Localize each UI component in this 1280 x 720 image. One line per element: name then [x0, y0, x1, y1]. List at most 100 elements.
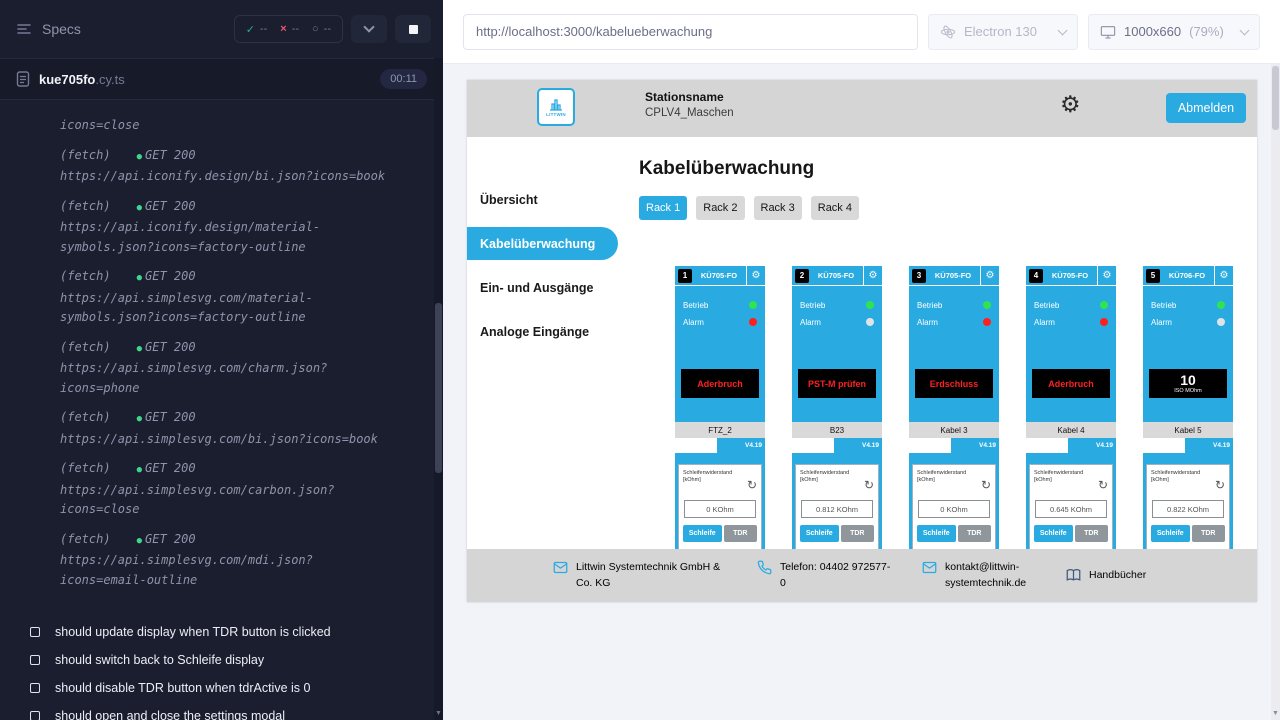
status-display: Erdschluss — [915, 369, 993, 398]
status-text: Aderbruch — [697, 379, 743, 389]
meter-value: 0 KOhm — [918, 500, 990, 518]
network-log-entry[interactable]: (fetch) ● GET 200 https://api.simplesvg.… — [60, 408, 397, 449]
refresh-icon[interactable]: ↻ — [864, 479, 874, 491]
firmware-version: V4.19 — [951, 438, 999, 453]
url-input[interactable] — [476, 24, 905, 39]
app-stage: LITTWIN Stationsname CPLV4_Maschen ⚙ Abm… — [443, 64, 1280, 720]
schleife-button[interactable]: Schleife — [683, 525, 722, 542]
status-text: Erdschluss — [930, 379, 979, 389]
runner-scrollbar[interactable]: ▼ — [434, 58, 443, 720]
chevron-down-icon — [1240, 25, 1250, 35]
network-log-entry[interactable]: icons=close — [60, 116, 397, 136]
version-row: V4.19 — [792, 438, 882, 453]
led-panel: Betrieb Alarm — [675, 286, 765, 328]
indicator-box — [675, 438, 717, 453]
app-header: LITTWIN Stationsname CPLV4_Maschen ⚙ Abm… — [467, 80, 1257, 137]
browser-name: Electron 130 — [964, 24, 1037, 39]
sidebar-item-analoge-eingaenge[interactable]: Analoge Eingänge — [467, 315, 618, 348]
indicator-box — [1143, 438, 1185, 453]
status-text: Aderbruch — [1048, 379, 1094, 389]
specs-menu-icon[interactable] — [16, 21, 32, 37]
test-item[interactable]: should disable TDR button when tdrActive… — [30, 674, 431, 702]
collapse-runner-button[interactable] — [351, 15, 387, 43]
test-checkbox-icon — [30, 655, 40, 665]
led-panel: Betrieb Alarm — [1143, 286, 1233, 328]
tdr-button[interactable]: TDR — [1192, 525, 1225, 542]
stop-tests-button[interactable] — [395, 15, 431, 43]
book-icon — [1066, 568, 1081, 583]
meter-label: Schleifenwiderstand [kOhm] — [800, 470, 874, 484]
page-scrollbar-thumb[interactable] — [1272, 66, 1279, 130]
scroll-down-arrow-icon[interactable]: ▼ — [1271, 710, 1280, 717]
led-panel: Betrieb Alarm — [792, 286, 882, 328]
schleife-button[interactable]: Schleife — [1151, 525, 1190, 542]
page-scrollbar[interactable]: ▼ — [1271, 64, 1280, 720]
test-item[interactable]: should open and close the settings modal — [30, 702, 431, 720]
refresh-icon[interactable]: ↻ — [1098, 479, 1108, 491]
stop-icon — [409, 25, 418, 34]
schleife-button[interactable]: Schleife — [917, 525, 956, 542]
network-log-entry[interactable]: (fetch) ● GET 200 https://api.simplesvg.… — [60, 459, 397, 520]
station-label: Stationsname — [645, 90, 734, 104]
refresh-icon[interactable]: ↻ — [747, 479, 757, 491]
spec-file-row[interactable]: kue705fo.cy.ts 00:11 — [0, 58, 443, 100]
tab-rack-4[interactable]: Rack 4 — [811, 196, 859, 220]
schleife-button[interactable]: Schleife — [1034, 525, 1073, 542]
device-settings-button[interactable]: ⚙ — [863, 266, 882, 285]
log-status: GET 200 — [145, 197, 196, 217]
device-settings-button[interactable]: ⚙ — [746, 266, 765, 285]
sidebar-item-ein-und-ausgaenge[interactable]: Ein- und Ausgänge — [467, 271, 618, 304]
network-log-entry[interactable]: (fetch) ● GET 200 https://api.simplesvg.… — [60, 267, 397, 328]
test-checkbox-icon — [30, 683, 40, 693]
refresh-icon[interactable]: ↻ — [981, 479, 991, 491]
scroll-down-arrow-icon[interactable]: ▼ — [434, 710, 443, 717]
specs-label[interactable]: Specs — [42, 21, 81, 37]
tdr-button[interactable]: TDR — [841, 525, 874, 542]
betrieb-label: Betrieb — [800, 301, 825, 310]
alarm-led-icon — [866, 318, 874, 326]
tdr-button[interactable]: TDR — [724, 525, 757, 542]
spec-file-icon — [16, 71, 30, 87]
gear-icon: ⚙ — [986, 270, 995, 281]
tdr-button[interactable]: TDR — [958, 525, 991, 542]
meter-value: 0 KOhm — [684, 500, 756, 518]
tdr-button[interactable]: TDR — [1075, 525, 1108, 542]
browser-selector[interactable]: Electron 130 — [928, 14, 1078, 50]
stat-passed: ✓-- — [246, 23, 268, 36]
device-settings-button[interactable]: ⚙ — [1097, 266, 1116, 285]
meter-value: 0.812 KOhm — [801, 500, 873, 518]
network-log-entry[interactable]: (fetch) ● GET 200 https://api.iconify.de… — [60, 146, 397, 187]
refresh-icon[interactable]: ↻ — [1215, 479, 1225, 491]
test-title: should update display when TDR button is… — [55, 625, 331, 639]
station-value: CPLV4_Maschen — [645, 107, 734, 119]
network-log-entry[interactable]: (fetch) ● GET 200 https://api.simplesvg.… — [60, 530, 397, 591]
rack-tabs: Rack 1 Rack 2 Rack 3 Rack 4 — [639, 196, 1257, 220]
phone-icon — [757, 560, 772, 575]
settings-button[interactable]: ⚙ — [1060, 93, 1081, 116]
device-settings-button[interactable]: ⚙ — [980, 266, 999, 285]
alarm-led-icon — [749, 318, 757, 326]
tab-rack-1[interactable]: Rack 1 — [639, 196, 687, 220]
network-log-entry[interactable]: (fetch) ● GET 200 https://api.iconify.de… — [60, 197, 397, 258]
sidebar-item-uebersicht[interactable]: Übersicht — [467, 183, 618, 216]
network-log-entry[interactable]: (fetch) ● GET 200 https://api.simplesvg.… — [60, 338, 397, 399]
logout-button[interactable]: Abmelden — [1166, 93, 1246, 123]
mail-icon — [922, 560, 937, 575]
sidebar-item-kabelueberwachung[interactable]: Kabelüberwachung — [467, 227, 618, 260]
device-settings-button[interactable]: ⚙ — [1214, 266, 1233, 285]
sidebar-nav: Übersicht Kabelüberwachung Ein- und Ausg… — [467, 137, 637, 602]
cypress-runner-panel: Specs ✓-- ×-- ○-- kue705fo.cy.ts 00:11 i… — [0, 0, 443, 720]
runner-scrollbar-thumb[interactable] — [435, 303, 442, 473]
viewport-selector[interactable]: 1000x660 (79%) — [1088, 14, 1260, 50]
footer-manuals[interactable]: Handbücher — [1066, 568, 1146, 583]
command-log: icons=close (fetch) ● GET 200 https://ap… — [0, 100, 443, 606]
footer-company-text: Littwin Systemtechnik GmbH & Co. KG — [576, 560, 731, 590]
footer-phone[interactable]: Telefon: 04402 972577-0 — [757, 560, 896, 590]
tab-rack-3[interactable]: Rack 3 — [754, 196, 802, 220]
test-item[interactable]: should switch back to Schleife display — [30, 646, 431, 674]
schleife-button[interactable]: Schleife — [800, 525, 839, 542]
tab-rack-2[interactable]: Rack 2 — [696, 196, 744, 220]
test-item[interactable]: should update display when TDR button is… — [30, 618, 431, 646]
log-event-type: (fetch) — [60, 338, 111, 358]
footer-email[interactable]: kontakt@littwin-systemtechnik.de — [922, 560, 1040, 590]
